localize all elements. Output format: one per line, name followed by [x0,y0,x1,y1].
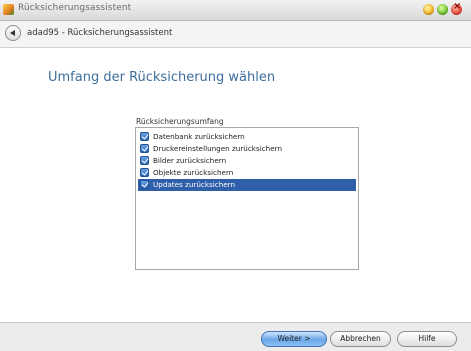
cancel-button[interactable]: Abbrechen [330,331,391,347]
wizard-window: Rücksicherungsassistent adad95 - Rücksic… [0,0,471,351]
list-item-label: Druckereinstellungen zurücksichern [153,144,283,153]
breadcrumb: adad95 - Rücksicherungsassistent [27,28,173,38]
checkbox[interactable] [140,156,149,165]
list-item-druckereinstellungen[interactable]: Druckereinstellungen zurücksichern [138,143,356,155]
page-title: Umfang der Rücksicherung wählen [48,70,276,85]
title-bar[interactable]: Rücksicherungsassistent [0,0,471,21]
list-item-label: Bilder zurücksichern [153,156,227,165]
minimize-button[interactable] [423,4,434,15]
checkbox[interactable] [140,168,149,177]
checkbox[interactable] [140,180,149,189]
back-arrow-icon[interactable] [5,25,21,41]
list-item-objekte[interactable]: Objekte zurücksichern [138,167,356,179]
maximize-button[interactable] [437,4,448,15]
list-item-datenbank[interactable]: Datenbank zurücksichern [138,131,356,143]
restore-scope-list[interactable]: Datenbank zurücksichern Druckereinstellu… [135,127,359,270]
checkbox[interactable] [140,132,149,141]
window-title: Rücksicherungsassistent [18,3,132,13]
app-icon [3,4,14,15]
navigation-bar: adad95 - Rücksicherungsassistent [0,21,471,48]
next-button[interactable]: Weiter > [261,331,327,347]
group-label: Rücksicherungsumfang [136,117,224,126]
list-item-label: Updates zurücksichern [153,180,236,189]
checkbox[interactable] [140,144,149,153]
list-item-label: Objekte zurücksichern [153,168,234,177]
help-button[interactable]: Hilfe [397,331,457,347]
list-item-label: Datenbank zurücksichern [153,132,245,141]
list-item-bilder[interactable]: Bilder zurücksichern [138,155,356,167]
close-button[interactable] [451,1,462,15]
list-item-updates[interactable]: Updates zurücksichern [138,179,356,191]
